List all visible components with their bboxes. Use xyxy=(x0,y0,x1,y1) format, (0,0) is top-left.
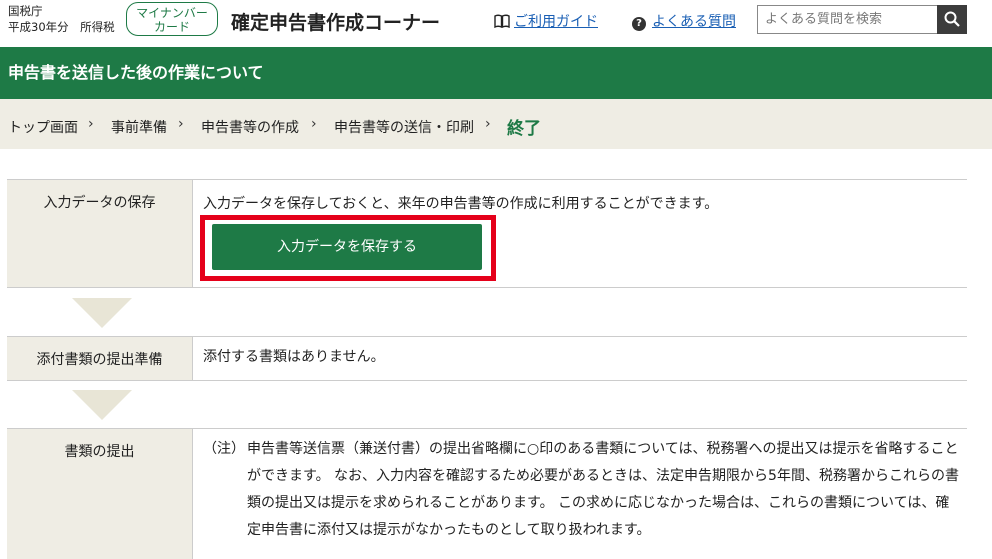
breadcrumb-item-send: 申告書等の送信・印刷 xyxy=(334,120,474,136)
section-text-attachments: 添付する書類はありません。 xyxy=(203,349,385,365)
tax-year: 平成30年分 所得税 xyxy=(8,20,115,34)
save-input-data-button[interactable]: 入力データを保存する xyxy=(212,224,482,270)
app-title: 確定申告書作成コーナー xyxy=(231,12,441,34)
site-header: 国税庁 平成30年分 所得税 マイナンバー カード 確定申告書作成コーナー ご利… xyxy=(0,0,992,44)
faq-search-input[interactable] xyxy=(757,5,937,34)
page-title: 申告書を送信した後の作業について xyxy=(0,47,992,99)
section-label-attachments: 添付書類の提出準備 xyxy=(7,337,193,380)
agency-block: 国税庁 平成30年分 所得税 xyxy=(8,3,115,35)
guide-link[interactable]: ご利用ガイド xyxy=(494,11,598,31)
note-label: （注） xyxy=(203,441,245,457)
book-icon xyxy=(494,14,510,28)
section-label-save: 入力データの保存 xyxy=(7,180,193,287)
breadcrumb-item-top: トップ画面 xyxy=(8,120,78,136)
flow-arrow-icon xyxy=(72,298,132,328)
mynumber-card-label-line2: カード xyxy=(153,20,190,34)
breadcrumb-separator: › xyxy=(485,116,491,132)
faq-link-label[interactable]: よくある質問 xyxy=(652,14,736,30)
section-label-submission: 書類の提出 xyxy=(7,429,193,559)
breadcrumb-item-create: 申告書等の作成 xyxy=(201,120,299,136)
breadcrumb: トップ画面 › 事前準備 › 申告書等の作成 › 申告書等の送信・印刷 › 終了 xyxy=(0,99,992,149)
search-button[interactable] xyxy=(937,5,967,34)
section-text-save: 入力データを保存しておくと、来年の申告書等の作成に利用することができます。 xyxy=(203,196,719,212)
breadcrumb-separator: › xyxy=(178,116,184,132)
breadcrumb-separator: › xyxy=(88,116,94,132)
search-icon xyxy=(944,11,960,27)
mynumber-card-button[interactable]: マイナンバー カード xyxy=(126,2,218,36)
faq-link[interactable]: ? よくある質問 xyxy=(632,11,736,31)
section-attachments: 添付書類の提出準備 添付する書類はありません。 xyxy=(7,336,967,381)
question-icon: ? xyxy=(632,17,646,31)
flow-arrow-icon xyxy=(72,390,132,420)
breadcrumb-item-prep: 事前準備 xyxy=(111,120,167,136)
breadcrumb-current: 終了 xyxy=(507,119,541,139)
guide-link-label[interactable]: ご利用ガイド xyxy=(514,14,598,30)
agency-name: 国税庁 xyxy=(8,4,43,18)
mynumber-card-label-line1: マイナンバー xyxy=(136,6,208,20)
breadcrumb-separator: › xyxy=(311,116,317,132)
note-text: 申告書等送信票（兼送付書）の提出省略欄に○印のある書類については、税務署への提出… xyxy=(247,441,959,538)
